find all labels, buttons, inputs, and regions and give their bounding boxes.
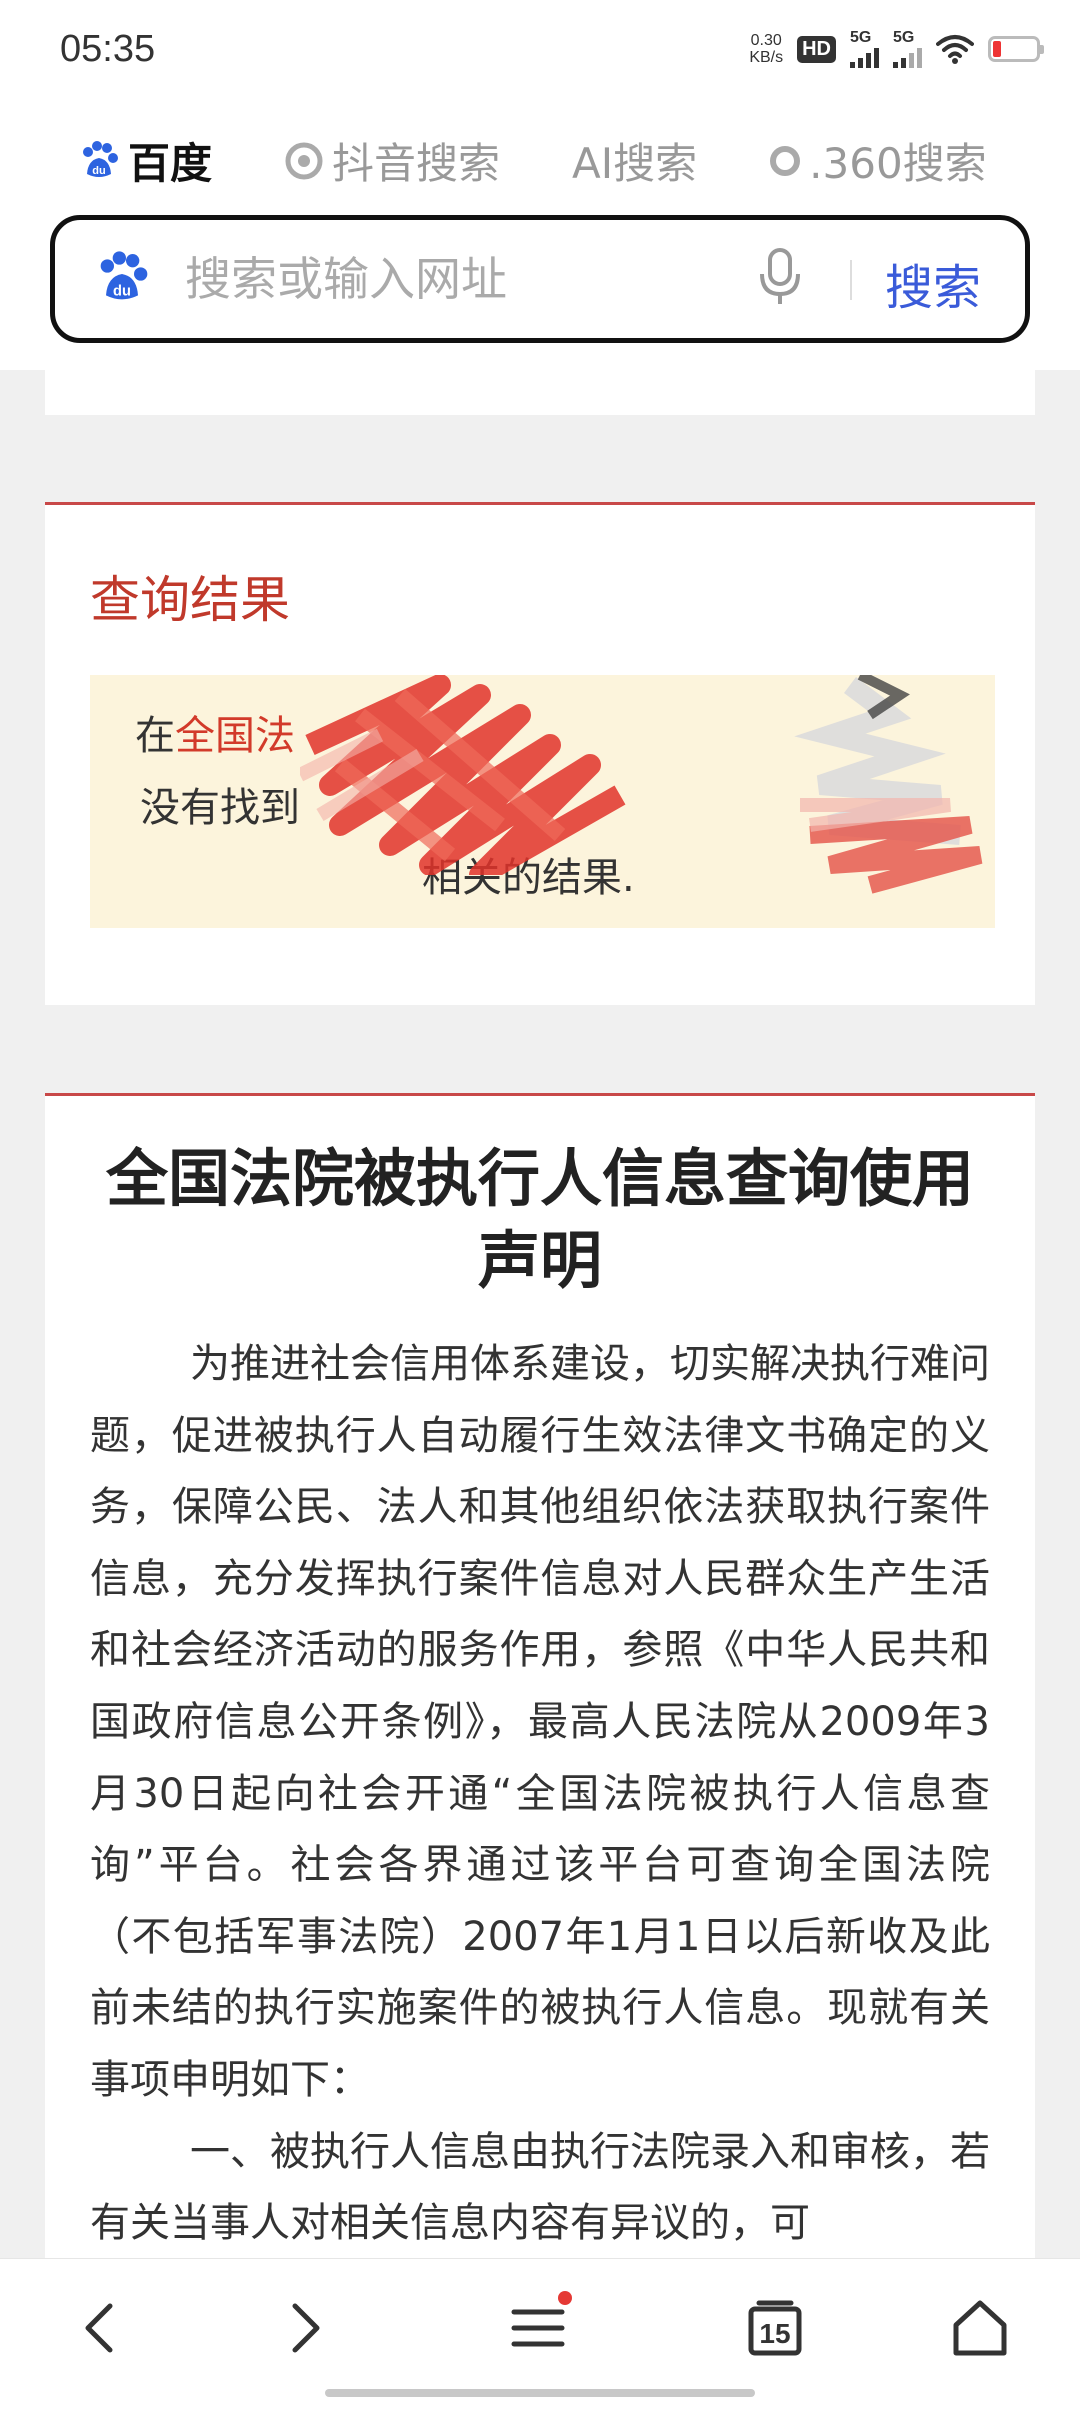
engine-tab-360[interactable]: .360搜索	[769, 130, 987, 191]
status-time: 05:35	[60, 28, 156, 70]
browser-header: du 百度 抖音搜索 AI搜索 .360搜索 du 搜索或输入网址 搜索	[0, 100, 1080, 370]
menu-icon	[511, 2309, 565, 2347]
statement-title: 全国法院被执行人信息查询使用声明	[105, 1142, 974, 1297]
forward-button[interactable]	[265, 2293, 345, 2363]
signal-icon-2: 5G	[893, 30, 922, 68]
home-icon	[953, 2300, 1007, 2356]
search-bar[interactable]: du 搜索	[50, 215, 1030, 343]
signal-icon-1: 5G	[850, 30, 879, 68]
statement-paragraph-1: 为推进社会信用体系建设，切实解决执行难问题，促进被执行人自动履行生效法律文书确定…	[90, 1341, 990, 2103]
notification-dot	[558, 2291, 572, 2305]
statement-body: 为推进社会信用体系建设，切实解决执行难问题，促进被执行人自动履行生效法律文书确定…	[90, 1329, 990, 2260]
battery-icon	[988, 36, 1044, 62]
result-line-1: 在全国法	[135, 713, 295, 759]
status-bar: 05:35 0.30 KB/s HD 5G 5G	[0, 0, 1080, 100]
result-title: 查询结果	[90, 571, 290, 629]
result-message-box: 在全国法 没有找到 相关的结果.	[90, 675, 995, 928]
engine-tab-baidu[interactable]: du 百度	[78, 130, 212, 191]
network-speed: 0.30 KB/s	[749, 32, 784, 66]
engine-tab-ai[interactable]: AI搜索	[572, 130, 697, 191]
previous-card	[45, 370, 1035, 415]
search-button[interactable]: 搜索	[885, 248, 981, 318]
engine-tab-douyin[interactable]: 抖音搜索	[284, 130, 500, 191]
baidu-paw-icon: du	[78, 140, 120, 182]
wifi-icon	[936, 35, 974, 64]
tabs-button[interactable]: 15	[735, 2293, 815, 2363]
back-icon	[85, 2303, 113, 2353]
baidu-search-icon: du	[93, 250, 151, 310]
svg-text:du: du	[113, 283, 131, 299]
result-line-2: 没有找到	[140, 785, 300, 831]
status-icons: 0.30 KB/s HD 5G 5G	[749, 30, 1044, 68]
microphone-icon[interactable]	[755, 246, 805, 314]
search-input[interactable]	[183, 246, 787, 312]
douyin-icon	[284, 141, 324, 181]
tabs-count: 15	[759, 2318, 791, 2349]
back-button[interactable]	[60, 2293, 140, 2363]
search-engine-tabs: du 百度 抖音搜索 AI搜索 .360搜索	[78, 130, 1059, 191]
statement-card: 全国法院被执行人信息查询使用声明 为推进社会信用体系建设，切实解决执行难问题，促…	[45, 1093, 1035, 2316]
statement-paragraph-2: 一、被执行人信息由执行法院录入和审核，若有关当事人对相关信息内容有异议的，可	[90, 2128, 990, 2247]
menu-button[interactable]	[498, 2291, 578, 2363]
redaction-scribble-red	[300, 675, 626, 875]
divider	[850, 260, 852, 300]
home-button[interactable]	[940, 2293, 1020, 2363]
360-icon	[769, 143, 801, 179]
query-result-card: 查询结果 在全国法 没有找到 相关的结果.	[45, 502, 1035, 1005]
result-highlight: 全国法	[175, 713, 295, 759]
svg-text:du: du	[92, 165, 105, 177]
bottom-navigation: 15	[0, 2258, 1080, 2409]
gesture-bar	[325, 2389, 755, 2397]
redaction-scribble-dark	[794, 675, 983, 894]
hd-voice-icon: HD	[797, 35, 836, 63]
forward-icon	[292, 2303, 320, 2353]
